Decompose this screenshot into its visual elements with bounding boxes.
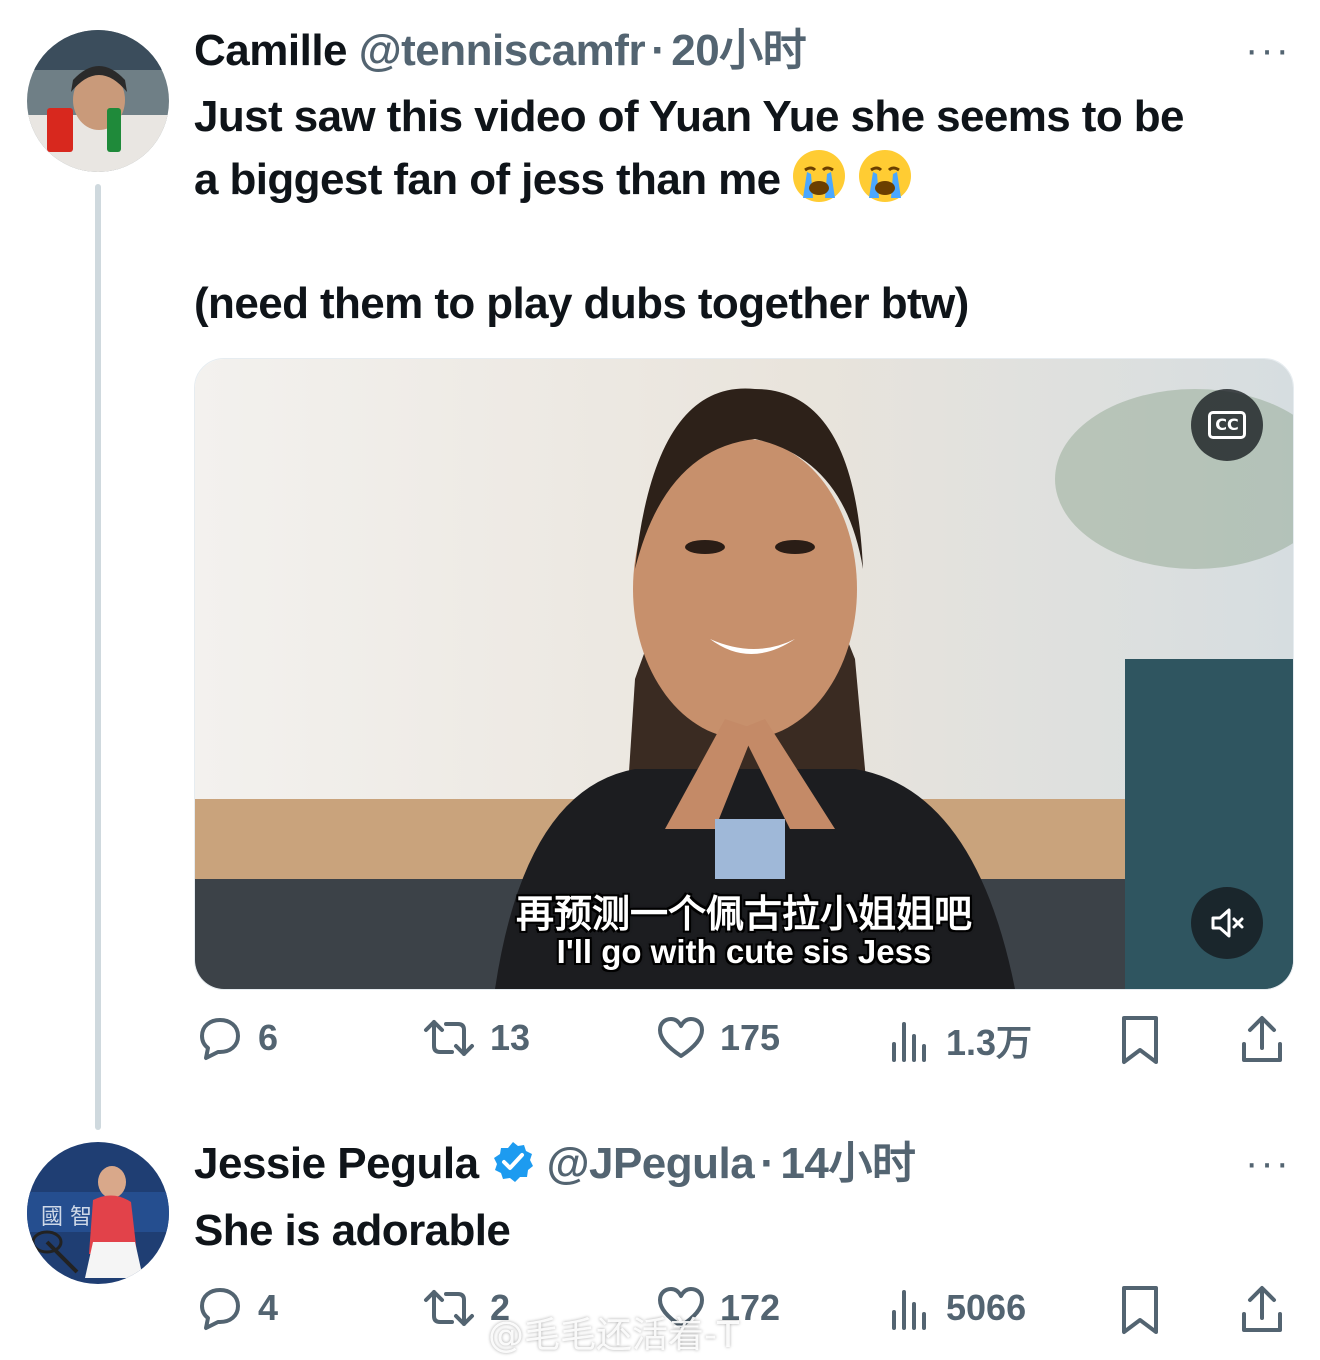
author-handle[interactable]: @tenniscamfr (359, 26, 646, 75)
like-count: 175 (720, 1017, 781, 1058)
author-name[interactable]: Camille (194, 26, 348, 75)
cc-icon: CC (1208, 411, 1246, 439)
tweet-text: She is adorable (194, 1206, 511, 1255)
reply-icon (200, 1018, 240, 1060)
share-icon (1242, 1016, 1282, 1062)
avatar-jessie-pegula[interactable]: 國 智 (27, 1142, 169, 1284)
avatar-camille[interactable] (27, 30, 169, 172)
loudly-crying-face-icon (791, 148, 847, 204)
views-button[interactable]: 5066 (888, 1284, 1026, 1332)
tweet-header: Jessie Pegula @JPegula · 14小时 (194, 1138, 916, 1190)
captions-button[interactable]: CC (1191, 389, 1263, 461)
reply-count: 4 (258, 1287, 279, 1328)
subtitle-chinese: 再预测一个佩古拉小姐姐吧 (515, 892, 972, 936)
weibo-logo-icon (448, 1319, 482, 1351)
loudly-crying-face-icon (857, 148, 913, 204)
speaker-muted-icon (1211, 908, 1244, 938)
author-name[interactable]: Jessie Pegula (194, 1139, 479, 1188)
views-count: 5066 (946, 1287, 1027, 1328)
svg-text:國 智: 國 智 (41, 1205, 92, 1230)
reply-button[interactable]: 6 (196, 1014, 278, 1062)
repost-count: 13 (490, 1017, 531, 1058)
bookmark-icon (1122, 1286, 1158, 1334)
author-handle[interactable]: @JPegula (547, 1139, 755, 1188)
avatar-image: 國 智 (27, 1142, 169, 1284)
tweet-text-line: a biggest fan of jess than me (194, 155, 781, 204)
views-button[interactable]: 1.3万 (888, 1014, 1032, 1066)
views-chart-icon (892, 1022, 926, 1062)
bookmark-button[interactable] (1118, 1014, 1176, 1066)
repost-icon (424, 1020, 474, 1056)
tweet-text-line: Just saw this video of Yuan Yue she seem… (194, 92, 1184, 141)
heart-icon (658, 1017, 704, 1058)
reply-icon (200, 1288, 240, 1330)
like-button[interactable]: 175 (656, 1014, 780, 1062)
mute-button[interactable] (1191, 887, 1263, 959)
tweet-header: Camille @tenniscamfr · 20小时 (194, 25, 807, 77)
share-icon (1242, 1286, 1282, 1332)
header-separator: · (651, 26, 666, 75)
reply-button[interactable]: 4 (196, 1284, 278, 1332)
bookmark-icon (1122, 1016, 1158, 1064)
bookmark-button[interactable] (1118, 1284, 1176, 1336)
tweet-time[interactable]: 14小时 (780, 1139, 915, 1188)
tweet-text-line-with-emoji: a biggest fan of jess than me (194, 148, 1304, 211)
weibo-watermark: @毛毛还活着-T (448, 1306, 739, 1358)
share-button[interactable] (1238, 1014, 1300, 1066)
views-count: 1.3万 (946, 1022, 1033, 1063)
tweet-time[interactable]: 20小时 (671, 26, 806, 75)
more-options-icon[interactable]: ··· (1245, 30, 1291, 70)
header-separator: · (760, 1139, 775, 1188)
tweet-text: Just saw this video of Yuan Yue she seem… (194, 86, 1304, 335)
reply-count: 6 (258, 1017, 279, 1058)
views-chart-icon (892, 1290, 926, 1330)
avatar-image (27, 30, 169, 172)
subtitle-english: I'll go with cute sis Jess (556, 933, 932, 970)
thread-line (95, 184, 101, 1130)
tweet-text-line: (need them to play dubs together btw) (194, 279, 969, 328)
verified-badge-icon (491, 1140, 535, 1184)
share-button[interactable] (1238, 1284, 1300, 1336)
more-options-icon[interactable]: ··· (1245, 1143, 1291, 1183)
watermark-text: @毛毛还活着-T (488, 1315, 739, 1356)
tweet-video[interactable]: CC 再预测一个佩古拉小姐姐吧 I'll go with cute sis Je… (194, 358, 1294, 990)
repost-button[interactable]: 13 (422, 1014, 530, 1062)
